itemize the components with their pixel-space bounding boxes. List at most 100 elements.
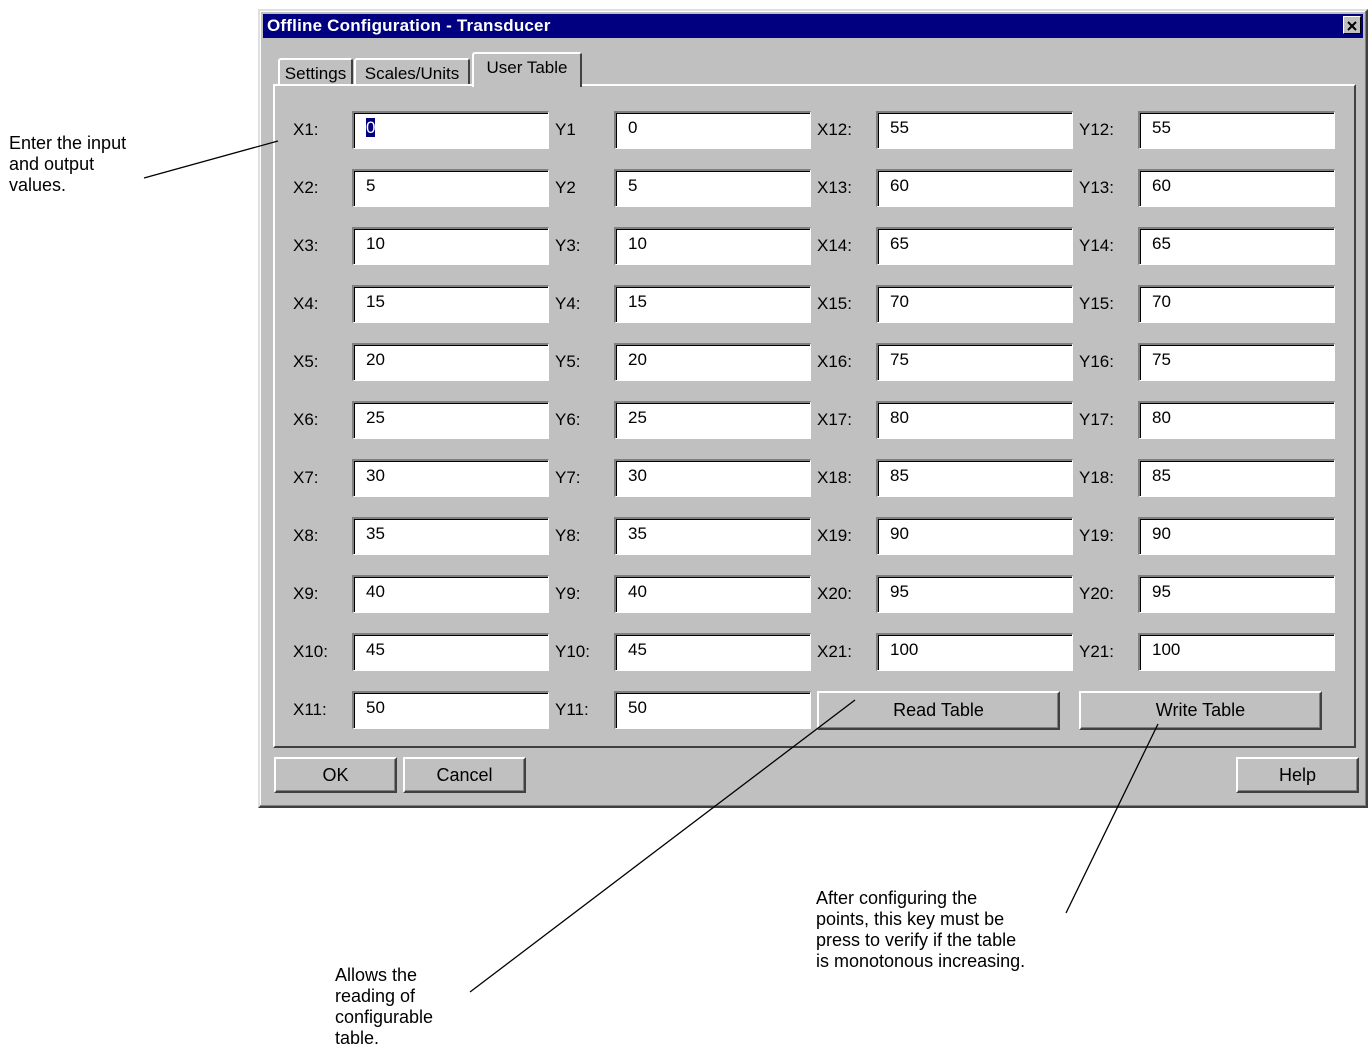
field-label-col1-8: X8:	[293, 526, 319, 545]
read-table-button[interactable]: Read Table	[817, 691, 1060, 730]
field-input-col3-4[interactable]: 70	[876, 285, 1073, 323]
field-value-col4-1: 55	[1152, 118, 1171, 137]
field-input-col4-10[interactable]: 100	[1138, 633, 1335, 671]
field-label-col1-4: X4:	[293, 294, 319, 313]
field-label-col1-6: X6:	[293, 410, 319, 429]
field-label-col2-4: Y4:	[555, 294, 581, 313]
field-value-col3-4: 70	[890, 292, 909, 311]
field-value-col4-4: 70	[1152, 292, 1171, 311]
field-label-col3-4: X15:	[817, 294, 852, 313]
field-label-col1-10: X10:	[293, 642, 328, 661]
field-input-col4-9[interactable]: 95	[1138, 575, 1335, 613]
field-label-col4-6: Y17:	[1079, 410, 1114, 429]
field-label-col2-9: Y9:	[555, 584, 581, 603]
field-input-col3-2[interactable]: 60	[876, 169, 1073, 207]
field-input-col1-7[interactable]: 30	[352, 459, 549, 497]
field-value-col1-4: 15	[366, 292, 385, 311]
field-input-col1-5[interactable]: 20	[352, 343, 549, 381]
field-label-col3-7: X18:	[817, 468, 852, 487]
field-value-col2-7: 30	[628, 466, 647, 485]
field-input-col2-9[interactable]: 40	[614, 575, 811, 613]
field-input-col3-8[interactable]: 90	[876, 517, 1073, 555]
field-input-col3-10[interactable]: 100	[876, 633, 1073, 671]
field-input-col1-10[interactable]: 45	[352, 633, 549, 671]
field-input-col2-11[interactable]: 50	[614, 691, 811, 729]
field-input-col4-6[interactable]: 80	[1138, 401, 1335, 439]
field-label-col4-5: Y16:	[1079, 352, 1114, 371]
field-value-col2-10: 45	[628, 640, 647, 659]
field-label-col3-9: X20:	[817, 584, 852, 603]
field-input-col2-10[interactable]: 45	[614, 633, 811, 671]
field-label-col4-8: Y19:	[1079, 526, 1114, 545]
field-input-col3-9[interactable]: 95	[876, 575, 1073, 613]
field-input-col2-4[interactable]: 15	[614, 285, 811, 323]
field-input-col2-8[interactable]: 35	[614, 517, 811, 555]
callout-write-table: After configuring the points, this key m…	[816, 888, 1026, 971]
callout-read-table: Allows the reading of configurable table…	[335, 965, 434, 1048]
field-value-col3-7: 85	[890, 466, 909, 485]
field-input-col1-6[interactable]: 25	[352, 401, 549, 439]
field-value-col2-2: 5	[628, 176, 638, 195]
field-input-col2-1[interactable]: 0	[614, 111, 811, 149]
field-input-col4-8[interactable]: 90	[1138, 517, 1335, 555]
field-label-col4-3: Y14:	[1079, 236, 1114, 255]
cancel-button[interactable]: Cancel	[403, 757, 526, 793]
field-value-col4-8: 90	[1152, 524, 1171, 543]
field-label-col2-10: Y10:	[555, 642, 590, 661]
field-value-col3-5: 75	[890, 350, 909, 369]
field-label-col1-7: X7:	[293, 468, 319, 487]
callout-input-output: Enter the input and output values.	[9, 133, 127, 195]
field-input-col4-2[interactable]: 60	[1138, 169, 1335, 207]
close-icon	[1346, 19, 1358, 31]
field-label-col4-1: Y12:	[1079, 120, 1114, 139]
write-table-button[interactable]: Write Table	[1079, 691, 1322, 730]
field-input-col1-8[interactable]: 35	[352, 517, 549, 555]
field-value-col2-3: 10	[628, 234, 647, 253]
field-input-col3-1[interactable]: 55	[876, 111, 1073, 149]
field-value-col1-6: 25	[366, 408, 385, 427]
help-button[interactable]: Help	[1236, 757, 1359, 793]
field-label-col1-3: X3:	[293, 236, 319, 255]
field-input-col2-6[interactable]: 25	[614, 401, 811, 439]
tab-settings[interactable]: Settings	[278, 58, 353, 87]
field-label-col4-2: Y13:	[1079, 178, 1114, 197]
field-input-col1-3[interactable]: 10	[352, 227, 549, 265]
tab-user-table[interactable]: User Table	[472, 52, 582, 87]
field-input-col2-7[interactable]: 30	[614, 459, 811, 497]
tab-scales-units[interactable]: Scales/Units	[354, 58, 470, 87]
field-label-col2-3: Y3:	[555, 236, 581, 255]
field-label-col3-10: X21:	[817, 642, 852, 661]
field-value-col1-7: 30	[366, 466, 385, 485]
field-input-col1-2[interactable]: 5	[352, 169, 549, 207]
field-label-col1-2: X2:	[293, 178, 319, 197]
field-input-col4-5[interactable]: 75	[1138, 343, 1335, 381]
field-input-col4-1[interactable]: 55	[1138, 111, 1335, 149]
field-input-col1-1[interactable]: 0	[352, 111, 549, 149]
field-label-col4-9: Y20:	[1079, 584, 1114, 603]
field-input-col2-5[interactable]: 20	[614, 343, 811, 381]
title-bar: Offline Configuration - Transducer	[263, 14, 1363, 38]
field-input-col2-3[interactable]: 10	[614, 227, 811, 265]
field-input-col1-11[interactable]: 50	[352, 691, 549, 729]
field-input-col4-4[interactable]: 70	[1138, 285, 1335, 323]
field-label-col3-6: X17:	[817, 410, 852, 429]
field-input-col1-9[interactable]: 40	[352, 575, 549, 613]
field-value-col1-5: 20	[366, 350, 385, 369]
field-label-col2-5: Y5:	[555, 352, 581, 371]
field-input-col4-7[interactable]: 85	[1138, 459, 1335, 497]
field-input-col3-5[interactable]: 75	[876, 343, 1073, 381]
field-value-col3-2: 60	[890, 176, 909, 195]
ok-button[interactable]: OK	[274, 757, 397, 793]
field-input-col3-7[interactable]: 85	[876, 459, 1073, 497]
close-button[interactable]	[1343, 16, 1361, 34]
field-input-col4-3[interactable]: 65	[1138, 227, 1335, 265]
field-input-col1-4[interactable]: 15	[352, 285, 549, 323]
field-label-col4-4: Y15:	[1079, 294, 1114, 313]
field-value-col2-4: 15	[628, 292, 647, 311]
field-value-col2-5: 20	[628, 350, 647, 369]
field-input-col3-6[interactable]: 80	[876, 401, 1073, 439]
field-input-col2-2[interactable]: 5	[614, 169, 811, 207]
offline-configuration-dialog: Offline Configuration - Transducer Setti…	[258, 9, 1368, 808]
field-value-col2-6: 25	[628, 408, 647, 427]
field-input-col3-3[interactable]: 65	[876, 227, 1073, 265]
